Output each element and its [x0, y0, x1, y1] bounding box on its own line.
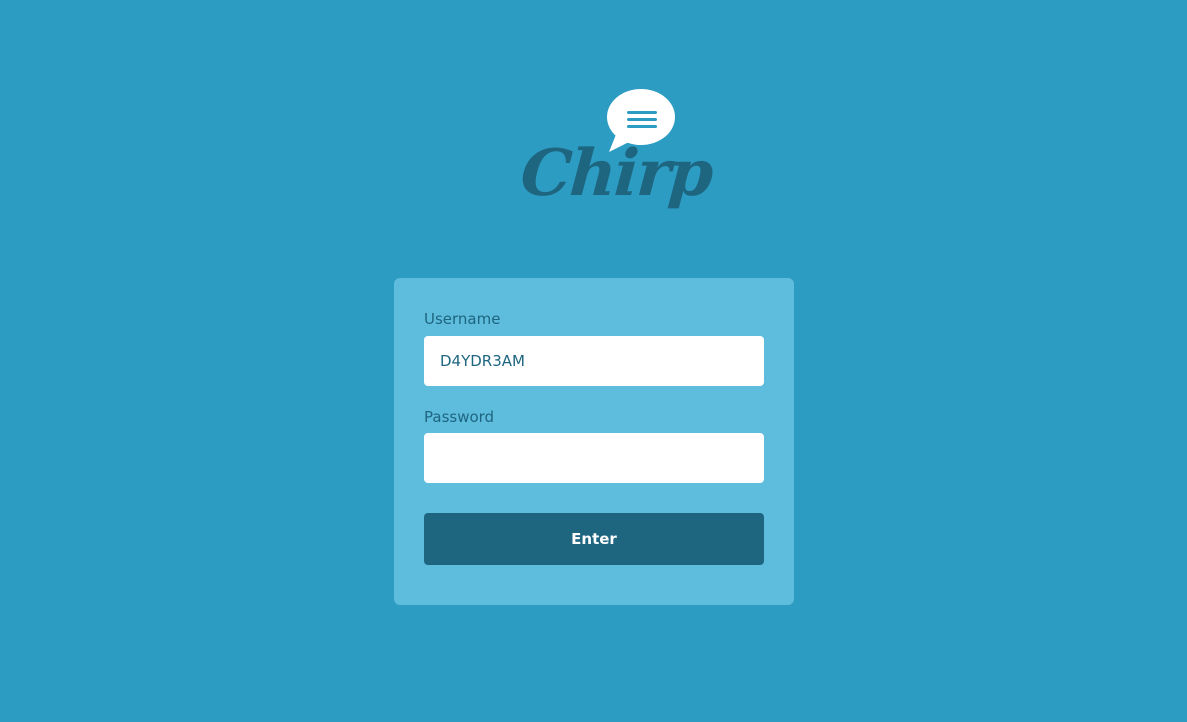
password-input[interactable] [424, 433, 764, 483]
login-card: Username Password Enter [394, 278, 794, 605]
username-label: Username [424, 310, 501, 328]
chirp-logo: Chirp [515, 86, 714, 236]
password-label: Password [424, 408, 495, 426]
logo-wordmark: Chirp [518, 136, 714, 211]
enter-button[interactable]: Enter [424, 513, 764, 565]
username-input[interactable] [424, 336, 764, 386]
